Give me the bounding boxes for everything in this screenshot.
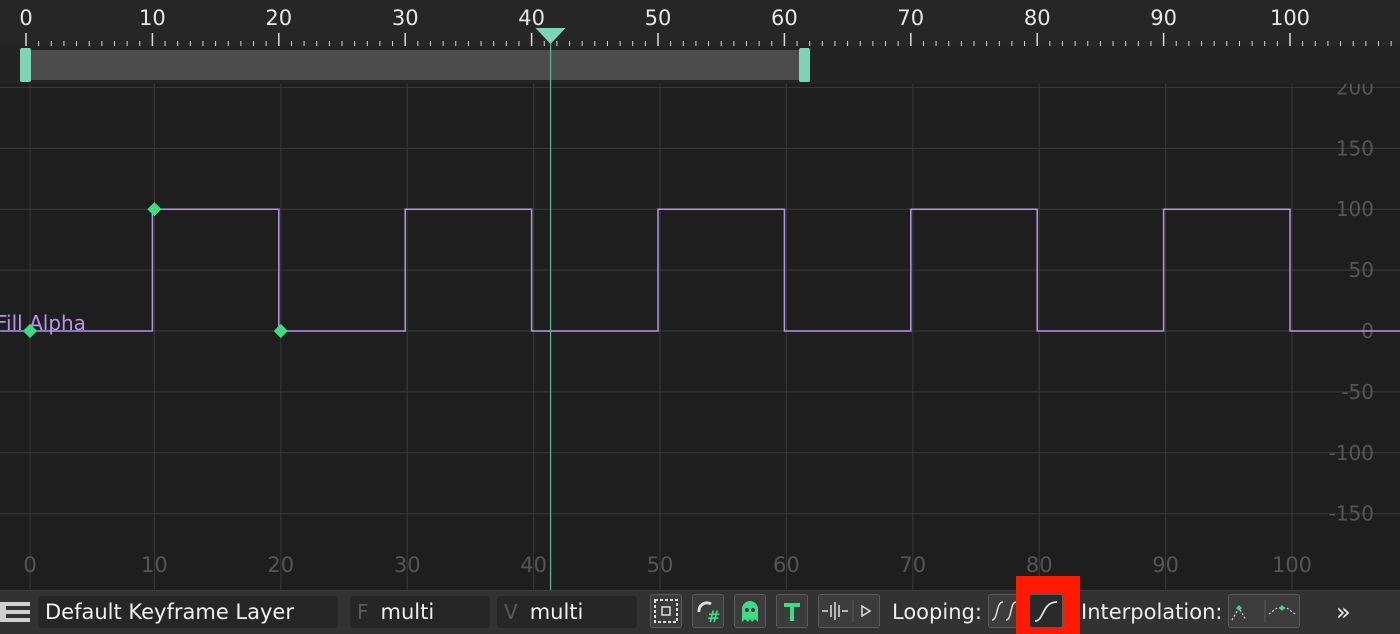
value-value: multi [529, 600, 584, 624]
ghost-icon [742, 601, 758, 622]
text-button[interactable] [776, 594, 808, 628]
ruler-scale: 0 10 20 30 40 50 60 70 80 90 100 [19, 6, 1392, 46]
frame-selection-icon [654, 599, 678, 623]
y-axis-label: -50 [1341, 380, 1374, 404]
x-axis-label: 100 [1272, 553, 1312, 577]
interpolation-icon [1231, 600, 1296, 622]
ghost-button[interactable] [734, 594, 766, 628]
x-axis-label: 20 [267, 553, 294, 577]
keyframe-graph[interactable]: 200 150 100 50 0 -50 -100 -150 0 10 20 30 40 50 60 70 80… [0, 75, 1400, 590]
x-axis-label: 50 [647, 553, 674, 577]
graph-canvas[interactable]: 200150100500-50-100-1500 10 20 30 40 50 60 70 80… [0, 75, 1400, 590]
frame-selection-button[interactable] [650, 594, 682, 628]
interpolation-label: Interpolation: [1081, 600, 1223, 624]
more-button[interactable]: » [1336, 596, 1351, 628]
text-icon [784, 603, 800, 621]
split-play-button[interactable] [818, 594, 880, 628]
x-axis-label: 10 [141, 553, 168, 577]
interpolation-button[interactable] [1228, 594, 1300, 628]
y-axis-label: 150 [1336, 136, 1374, 160]
frame-field[interactable]: F multi [350, 596, 490, 628]
frame-prefix: F [357, 600, 369, 624]
x-axis-label: 40 [520, 553, 547, 577]
ruler-tick-label: 50 [645, 6, 672, 30]
x-axis-label: 90 [1152, 553, 1179, 577]
ruler-tick-label: 60 [771, 6, 798, 30]
snap-grid-button[interactable]: # [692, 594, 724, 628]
x-axis-label: 0 [23, 553, 36, 577]
ruler-tick-label: 10 [139, 6, 166, 30]
ruler-tick-label: 30 [392, 6, 419, 30]
split-icon [822, 600, 872, 622]
looping-label: Looping: [892, 600, 982, 624]
ruler-tick-label: 40 [518, 6, 545, 30]
ruler-tick-label: 0 [19, 6, 32, 30]
value-prefix: V [504, 600, 518, 624]
y-axis-label: 100 [1336, 197, 1374, 221]
ruler-tick-label: 80 [1024, 6, 1051, 30]
x-axis-label: 70 [899, 553, 926, 577]
y-axis-label: -100 [1329, 441, 1374, 465]
clamp-curve-icon [1034, 601, 1058, 622]
y-axis-label: 200 [1336, 84, 1374, 99]
range-end-handle[interactable] [799, 48, 810, 82]
keyframe-marker[interactable] [273, 323, 288, 339]
x-axis-label: 60 [773, 553, 800, 577]
play-icon [861, 604, 872, 618]
timeline-ruler[interactable]: 0 10 20 30 40 50 60 70 80 90 100 [0, 0, 1400, 46]
ruler-tick-label: 100 [1270, 6, 1310, 30]
loop-curve-icon [991, 601, 1017, 621]
play-range-bar[interactable] [27, 50, 805, 80]
range-start-handle[interactable] [20, 48, 31, 82]
y-axis-label: -150 [1329, 502, 1374, 526]
x-axis-label: 80 [1026, 553, 1053, 577]
layer-name-field[interactable]: Default Keyframe Layer [38, 596, 338, 628]
clamp-mode-button[interactable] [1029, 594, 1063, 628]
svg-text:#: # [707, 607, 720, 624]
frame-value: multi [380, 600, 435, 624]
list-icon[interactable] [0, 594, 32, 630]
y-axis-label: 50 [1349, 258, 1374, 282]
ruler-tick-label: 90 [1150, 6, 1177, 30]
x-axis-label: 30 [394, 553, 421, 577]
layer-name-value: Default Keyframe Layer [45, 600, 294, 624]
curve-label: Fill Alpha [0, 311, 86, 335]
snap-grid-icon: # [697, 601, 720, 624]
ruler-tick-label: 20 [265, 6, 292, 30]
ruler-tick-label: 70 [897, 6, 924, 30]
value-field[interactable]: V multi [497, 596, 637, 628]
keyframe-marker[interactable] [147, 202, 162, 217]
